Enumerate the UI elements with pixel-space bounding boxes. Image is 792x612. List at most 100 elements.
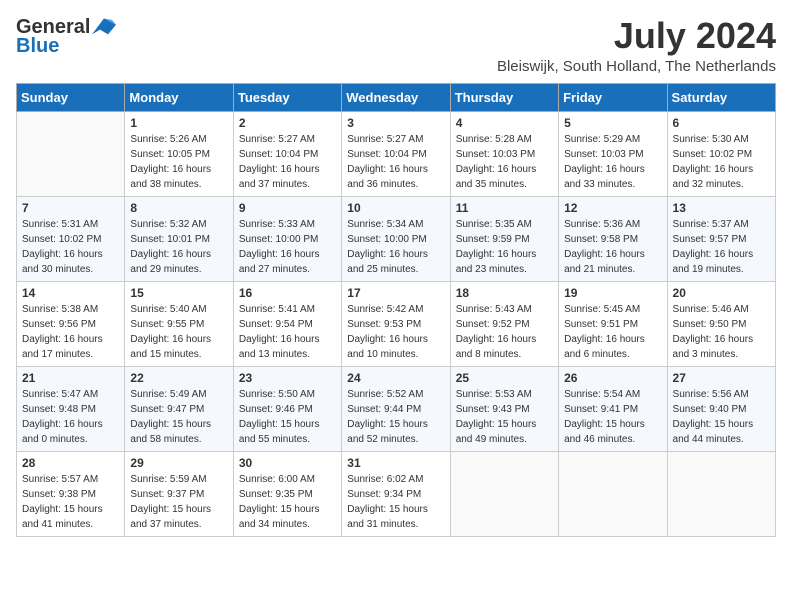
day-info: Sunrise: 5:34 AMSunset: 10:00 PMDaylight… xyxy=(347,217,444,277)
column-header-monday: Monday xyxy=(125,83,233,111)
day-info: Sunrise: 5:32 AMSunset: 10:01 PMDaylight… xyxy=(130,217,227,277)
calendar-cell: 15 Sunrise: 5:40 AMSunset: 9:55 PMDayligh… xyxy=(125,281,233,366)
logo-blue-text: Blue xyxy=(16,35,59,58)
day-info: Sunrise: 5:47 AMSunset: 9:48 PMDaylight:… xyxy=(22,387,119,447)
day-info: Sunrise: 5:57 AMSunset: 9:38 PMDaylight:… xyxy=(22,472,119,532)
day-number: 6 xyxy=(673,116,770,130)
calendar-cell: 24 Sunrise: 5:52 AMSunset: 9:44 PMDayligh… xyxy=(342,366,450,451)
day-number: 24 xyxy=(347,371,444,385)
day-number: 9 xyxy=(239,201,336,215)
day-info: Sunrise: 5:29 AMSunset: 10:03 PMDaylight… xyxy=(564,132,661,192)
calendar-cell xyxy=(667,451,775,536)
logo-bird-icon xyxy=(92,18,116,38)
day-number: 18 xyxy=(456,286,553,300)
day-number: 15 xyxy=(130,286,227,300)
calendar-cell: 30 Sunrise: 6:00 AMSunset: 9:35 PMDayligh… xyxy=(233,451,341,536)
calendar-cell: 26 Sunrise: 5:54 AMSunset: 9:41 PMDayligh… xyxy=(559,366,667,451)
day-info: Sunrise: 5:27 AMSunset: 10:04 PMDaylight… xyxy=(239,132,336,192)
day-info: Sunrise: 5:38 AMSunset: 9:56 PMDaylight:… xyxy=(22,302,119,362)
calendar-cell: 9 Sunrise: 5:33 AMSunset: 10:00 PMDayligh… xyxy=(233,196,341,281)
logo: General Blue xyxy=(16,16,116,58)
calendar-cell: 27 Sunrise: 5:56 AMSunset: 9:40 PMDayligh… xyxy=(667,366,775,451)
calendar-cell xyxy=(17,111,125,196)
calendar-week-row: 21 Sunrise: 5:47 AMSunset: 9:48 PMDayligh… xyxy=(17,366,776,451)
calendar-cell: 16 Sunrise: 5:41 AMSunset: 9:54 PMDayligh… xyxy=(233,281,341,366)
day-number: 1 xyxy=(130,116,227,130)
calendar-cell: 2 Sunrise: 5:27 AMSunset: 10:04 PMDayligh… xyxy=(233,111,341,196)
title-section: July 2024 Bleiswijk, South Holland, The … xyxy=(497,16,776,75)
day-number: 19 xyxy=(564,286,661,300)
calendar-cell: 3Sunrise: 5:27 AMSunset: 10:04 PMDayligh… xyxy=(342,111,450,196)
day-number: 30 xyxy=(239,456,336,470)
day-info: Sunrise: 5:35 AMSunset: 9:59 PMDaylight:… xyxy=(456,217,553,277)
calendar-cell: 28 Sunrise: 5:57 AMSunset: 9:38 PMDayligh… xyxy=(17,451,125,536)
day-info: Sunrise: 5:40 AMSunset: 9:55 PMDaylight:… xyxy=(130,302,227,362)
day-info: Sunrise: 6:00 AMSunset: 9:35 PMDaylight:… xyxy=(239,472,336,532)
day-info: Sunrise: 5:54 AMSunset: 9:41 PMDaylight:… xyxy=(564,387,661,447)
day-info: Sunrise: 5:59 AMSunset: 9:37 PMDaylight:… xyxy=(130,472,227,532)
day-number: 4 xyxy=(456,116,553,130)
day-number: 28 xyxy=(22,456,119,470)
calendar-cell: 20 Sunrise: 5:46 AMSunset: 9:50 PMDayligh… xyxy=(667,281,775,366)
day-info: Sunrise: 5:31 AMSunset: 10:02 PMDaylight… xyxy=(22,217,119,277)
day-info: Sunrise: 5:46 AMSunset: 9:50 PMDaylight:… xyxy=(673,302,770,362)
calendar-week-row: 28 Sunrise: 5:57 AMSunset: 9:38 PMDayligh… xyxy=(17,451,776,536)
day-number: 12 xyxy=(564,201,661,215)
calendar-cell: 10Sunrise: 5:34 AMSunset: 10:00 PMDaylig… xyxy=(342,196,450,281)
calendar-cell: 5 Sunrise: 5:29 AMSunset: 10:03 PMDayligh… xyxy=(559,111,667,196)
day-info: Sunrise: 5:50 AMSunset: 9:46 PMDaylight:… xyxy=(239,387,336,447)
day-info: Sunrise: 5:37 AMSunset: 9:57 PMDaylight:… xyxy=(673,217,770,277)
calendar-cell: 21 Sunrise: 5:47 AMSunset: 9:48 PMDayligh… xyxy=(17,366,125,451)
day-number: 29 xyxy=(130,456,227,470)
calendar-cell xyxy=(559,451,667,536)
column-header-saturday: Saturday xyxy=(667,83,775,111)
day-number: 26 xyxy=(564,371,661,385)
calendar-cell: 13 Sunrise: 5:37 AMSunset: 9:57 PMDayligh… xyxy=(667,196,775,281)
day-number: 14 xyxy=(22,286,119,300)
calendar-cell: 29 Sunrise: 5:59 AMSunset: 9:37 PMDayligh… xyxy=(125,451,233,536)
calendar-cell: 8 Sunrise: 5:32 AMSunset: 10:01 PMDayligh… xyxy=(125,196,233,281)
column-header-tuesday: Tuesday xyxy=(233,83,341,111)
day-number: 21 xyxy=(22,371,119,385)
calendar-cell: 12 Sunrise: 5:36 AMSunset: 9:58 PMDayligh… xyxy=(559,196,667,281)
day-number: 20 xyxy=(673,286,770,300)
day-number: 5 xyxy=(564,116,661,130)
calendar-cell: 6 Sunrise: 5:30 AMSunset: 10:02 PMDayligh… xyxy=(667,111,775,196)
day-number: 13 xyxy=(673,201,770,215)
day-number: 2 xyxy=(239,116,336,130)
day-number: 27 xyxy=(673,371,770,385)
calendar-cell: 7Sunrise: 5:31 AMSunset: 10:02 PMDayligh… xyxy=(17,196,125,281)
day-info: Sunrise: 6:02 AMSunset: 9:34 PMDaylight:… xyxy=(347,472,444,532)
day-number: 16 xyxy=(239,286,336,300)
day-info: Sunrise: 5:52 AMSunset: 9:44 PMDaylight:… xyxy=(347,387,444,447)
day-info: Sunrise: 5:49 AMSunset: 9:47 PMDaylight:… xyxy=(130,387,227,447)
calendar-cell: 23 Sunrise: 5:50 AMSunset: 9:46 PMDayligh… xyxy=(233,366,341,451)
calendar-cell xyxy=(450,451,558,536)
day-number: 8 xyxy=(130,201,227,215)
day-info: Sunrise: 5:53 AMSunset: 9:43 PMDaylight:… xyxy=(456,387,553,447)
day-info: Sunrise: 5:41 AMSunset: 9:54 PMDaylight:… xyxy=(239,302,336,362)
day-number: 17 xyxy=(347,286,444,300)
day-info: Sunrise: 5:56 AMSunset: 9:40 PMDaylight:… xyxy=(673,387,770,447)
day-info: Sunrise: 5:45 AMSunset: 9:51 PMDaylight:… xyxy=(564,302,661,362)
calendar-week-row: 14 Sunrise: 5:38 AMSunset: 9:56 PMDayligh… xyxy=(17,281,776,366)
calendar-week-row: 7Sunrise: 5:31 AMSunset: 10:02 PMDayligh… xyxy=(17,196,776,281)
calendar-cell: 25Sunrise: 5:53 AMSunset: 9:43 PMDayligh… xyxy=(450,366,558,451)
day-info: Sunrise: 5:43 AMSunset: 9:52 PMDaylight:… xyxy=(456,302,553,362)
calendar-cell: 14 Sunrise: 5:38 AMSunset: 9:56 PMDayligh… xyxy=(17,281,125,366)
calendar-week-row: 1 Sunrise: 5:26 AMSunset: 10:05 PMDayligh… xyxy=(17,111,776,196)
day-info: Sunrise: 5:33 AMSunset: 10:00 PMDaylight… xyxy=(239,217,336,277)
day-info: Sunrise: 5:36 AMSunset: 9:58 PMDaylight:… xyxy=(564,217,661,277)
calendar-cell: 18 Sunrise: 5:43 AMSunset: 9:52 PMDayligh… xyxy=(450,281,558,366)
day-info: Sunrise: 5:26 AMSunset: 10:05 PMDaylight… xyxy=(130,132,227,192)
column-header-sunday: Sunday xyxy=(17,83,125,111)
day-info: Sunrise: 5:28 AMSunset: 10:03 PMDaylight… xyxy=(456,132,553,192)
column-header-thursday: Thursday xyxy=(450,83,558,111)
calendar-cell: 19 Sunrise: 5:45 AMSunset: 9:51 PMDayligh… xyxy=(559,281,667,366)
day-number: 23 xyxy=(239,371,336,385)
calendar-cell: 1 Sunrise: 5:26 AMSunset: 10:05 PMDayligh… xyxy=(125,111,233,196)
calendar-cell: 17Sunrise: 5:42 AMSunset: 9:53 PMDayligh… xyxy=(342,281,450,366)
calendar-cell: 4 Sunrise: 5:28 AMSunset: 10:03 PMDayligh… xyxy=(450,111,558,196)
day-number: 22 xyxy=(130,371,227,385)
day-info: Sunrise: 5:30 AMSunset: 10:02 PMDaylight… xyxy=(673,132,770,192)
